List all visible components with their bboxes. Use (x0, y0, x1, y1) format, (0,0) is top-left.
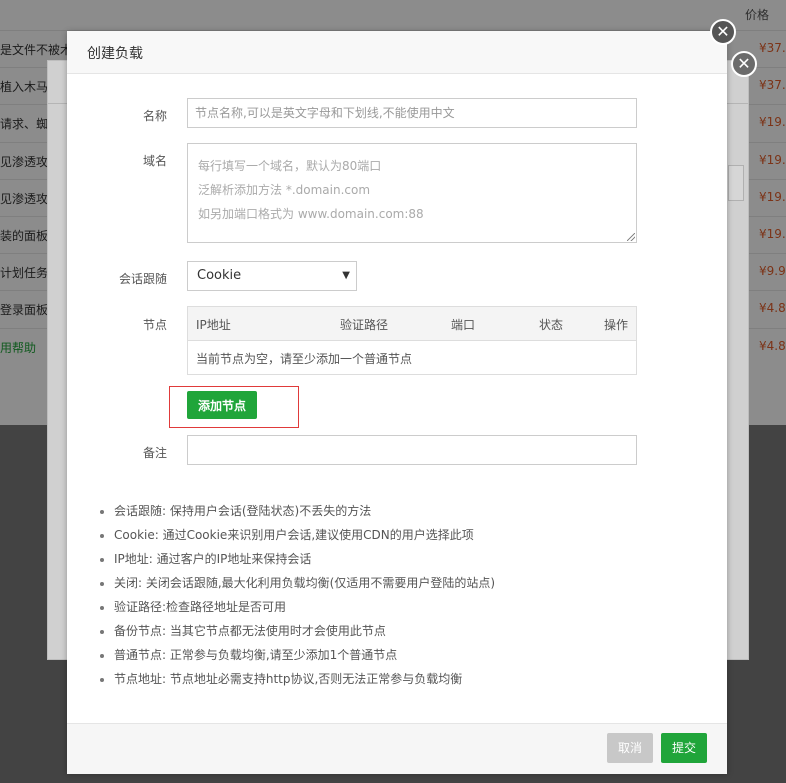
column-port: 端口 (451, 318, 476, 332)
submit-button[interactable]: 提交 (661, 733, 707, 763)
dialog-close-button[interactable]: ✕ (710, 19, 736, 45)
column-actions: 操作 (604, 318, 629, 332)
nodes-label: 节点 (142, 318, 167, 332)
session-label: 会话跟随 (118, 272, 167, 286)
session-select-value: Cookie (197, 268, 242, 283)
nodes-table-header: IP地址 验证路径 端口 状态 操作 (188, 307, 636, 341)
add-node-button[interactable]: 添加节点 (187, 391, 257, 419)
help-item: 关闭: 关闭会话跟随,最大化利用负载均衡(仅适用不需要用户登陆的站点) (114, 571, 495, 595)
note-label: 备注 (142, 446, 167, 460)
help-item: IP地址: 通过客户的IP地址来保持会话 (114, 547, 495, 571)
column-status: 状态 (539, 318, 564, 332)
note-input[interactable] (187, 435, 637, 465)
help-item: 普通节点: 正常参与负载均衡,请至少添加1个普通节点 (114, 643, 495, 667)
chevron-down-icon: ▼ (342, 270, 350, 281)
cancel-button[interactable]: 取消 (607, 733, 653, 763)
help-item: 节点地址: 节点地址必需支持http协议,否则无法正常参与负载均衡 (114, 667, 495, 691)
nodes-empty-message: 当前节点为空，请至少添加一个普通节点 (196, 352, 413, 366)
name-label: 名称 (142, 109, 167, 123)
domain-label: 域名 (142, 154, 167, 168)
help-item: 会话跟随: 保持用户会话(登陆状态)不丢失的方法 (114, 499, 495, 523)
domain-placeholder-line: 每行填写一个域名，默认为80端口 (198, 159, 382, 173)
create-load-dialog: 创建负载 名称 节点名称,可以是英文字母和下划线,不能使用中文 域名 每行填写一… (67, 31, 727, 774)
column-check-path: 验证路径 (340, 318, 389, 332)
background-dialog-close-button[interactable]: ✕ (731, 51, 757, 77)
dialog-title-bar: 创建负载 (67, 31, 727, 74)
dialog-title: 创建负载 (87, 46, 143, 62)
close-icon: ✕ (737, 54, 751, 73)
session-select[interactable]: Cookie ▼ (187, 261, 357, 291)
close-icon: ✕ (716, 22, 730, 41)
domain-placeholder-line: 如另加端口格式为 www.domain.com:88 (198, 207, 424, 221)
help-item: 验证路径:检查路径地址是否可用 (114, 595, 495, 619)
help-list: 会话跟随: 保持用户会话(登陆状态)不丢失的方法 Cookie: 通过Cooki… (97, 499, 495, 691)
nodes-table: IP地址 验证路径 端口 状态 操作 当前节点为空，请至少添加一个普通节点 (187, 306, 637, 375)
help-item: Cookie: 通过Cookie来识别用户会话,建议使用CDN的用户选择此项 (114, 523, 495, 547)
name-input[interactable]: 节点名称,可以是英文字母和下划线,不能使用中文 (187, 98, 637, 128)
domain-textarea[interactable]: 每行填写一个域名，默认为80端口 泛解析添加方法 *.domain.com 如另… (187, 143, 637, 243)
resize-handle[interactable] (627, 233, 635, 241)
dialog-footer: 取消 提交 (67, 723, 727, 774)
column-ip: IP地址 (196, 318, 231, 332)
background-dialog-input (728, 165, 744, 201)
domain-placeholder-line: 泛解析添加方法 *.domain.com (198, 183, 371, 197)
help-item: 备份节点: 当其它节点都无法使用时才会使用此节点 (114, 619, 495, 643)
